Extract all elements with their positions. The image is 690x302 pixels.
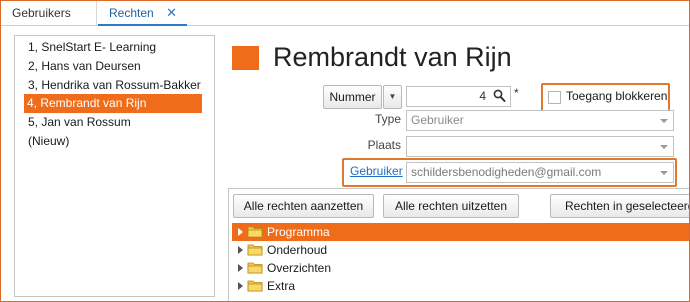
all-rights-on-button[interactable]: Alle rechten aanzetten — [233, 194, 374, 218]
expand-arrow-icon[interactable] — [238, 264, 243, 272]
tab-label: Gebruikers — [12, 6, 71, 20]
plaats-label: Plaats — [367, 138, 401, 152]
user-list[interactable]: 1, SnelStart E- Learning 2, Hans van Deu… — [14, 35, 215, 297]
page-title: Rembrandt van Rijn — [273, 42, 512, 72]
type-value: Gebruiker — [411, 113, 464, 127]
block-access-checkbox[interactable] — [548, 91, 561, 104]
folder-icon — [247, 244, 263, 256]
tree-item-programma[interactable]: Programma — [232, 223, 690, 241]
tree-item-onderhoud[interactable]: Onderhoud — [232, 241, 690, 259]
required-marker: * — [514, 86, 519, 100]
gebruiker-select[interactable]: schildersbenodigheden@gmail.com — [406, 162, 674, 183]
rights-in-selected-button[interactable]: Rechten in geselecteerd — [550, 194, 690, 218]
list-item-new-user[interactable]: (Nieuw) — [25, 132, 72, 151]
chevron-down-icon — [660, 145, 668, 149]
gebruiker-value: schildersbenodigheden@gmail.com — [411, 165, 602, 179]
list-item-user-3[interactable]: 3, Hendrika van Rossum-Bakker — [25, 76, 204, 95]
chevron-down-icon[interactable]: ▼ — [383, 85, 402, 109]
chevron-down-icon — [660, 119, 668, 123]
nummer-button[interactable]: Nummer — [323, 85, 382, 109]
tree-item-extra[interactable]: Extra — [232, 277, 690, 295]
tree-item-label: Programma — [267, 225, 330, 239]
tree-item-overzichten[interactable]: Overzichten — [232, 259, 690, 277]
chevron-down-icon — [660, 171, 668, 175]
tree-item-label: Onderhoud — [267, 243, 328, 257]
gebruiker-link[interactable]: Gebruiker — [350, 164, 403, 178]
tree-item-label: Overzichten — [267, 261, 332, 275]
tree-item-label: Extra — [267, 279, 296, 293]
expand-arrow-icon[interactable] — [238, 282, 243, 290]
list-item-user-5[interactable]: 5, Jan van Rossum — [25, 113, 134, 132]
search-icon[interactable] — [493, 89, 506, 103]
folder-icon — [247, 280, 263, 292]
all-rights-off-button[interactable]: Alle rechten uitzetten — [383, 194, 519, 218]
nummer-button-label: Nummer — [329, 90, 376, 104]
list-item-user-2[interactable]: 2, Hans van Deursen — [25, 57, 144, 76]
folder-icon — [247, 226, 263, 238]
list-item-user-4[interactable]: 4, Rembrandt van Rijn — [24, 94, 202, 113]
type-label: Type — [374, 112, 401, 126]
tab-label: Rechten — [109, 6, 154, 20]
tab-strip: Gebruikers Rechten ✕ — [1, 1, 689, 26]
list-item-user-1[interactable]: 1, SnelStart E- Learning — [25, 38, 159, 57]
tab-gebruikers[interactable]: Gebruikers — [1, 1, 97, 26]
plaats-select[interactable] — [406, 136, 674, 157]
expand-arrow-icon[interactable] — [238, 228, 243, 236]
block-access-label: Toegang blokkeren — [566, 89, 668, 103]
folder-icon — [247, 262, 263, 274]
type-select[interactable]: Gebruiker — [406, 110, 674, 131]
expand-arrow-icon[interactable] — [238, 246, 243, 254]
tab-rechten[interactable]: Rechten ✕ — [98, 1, 187, 26]
close-icon[interactable]: ✕ — [166, 1, 177, 24]
title-color-square — [232, 46, 259, 70]
